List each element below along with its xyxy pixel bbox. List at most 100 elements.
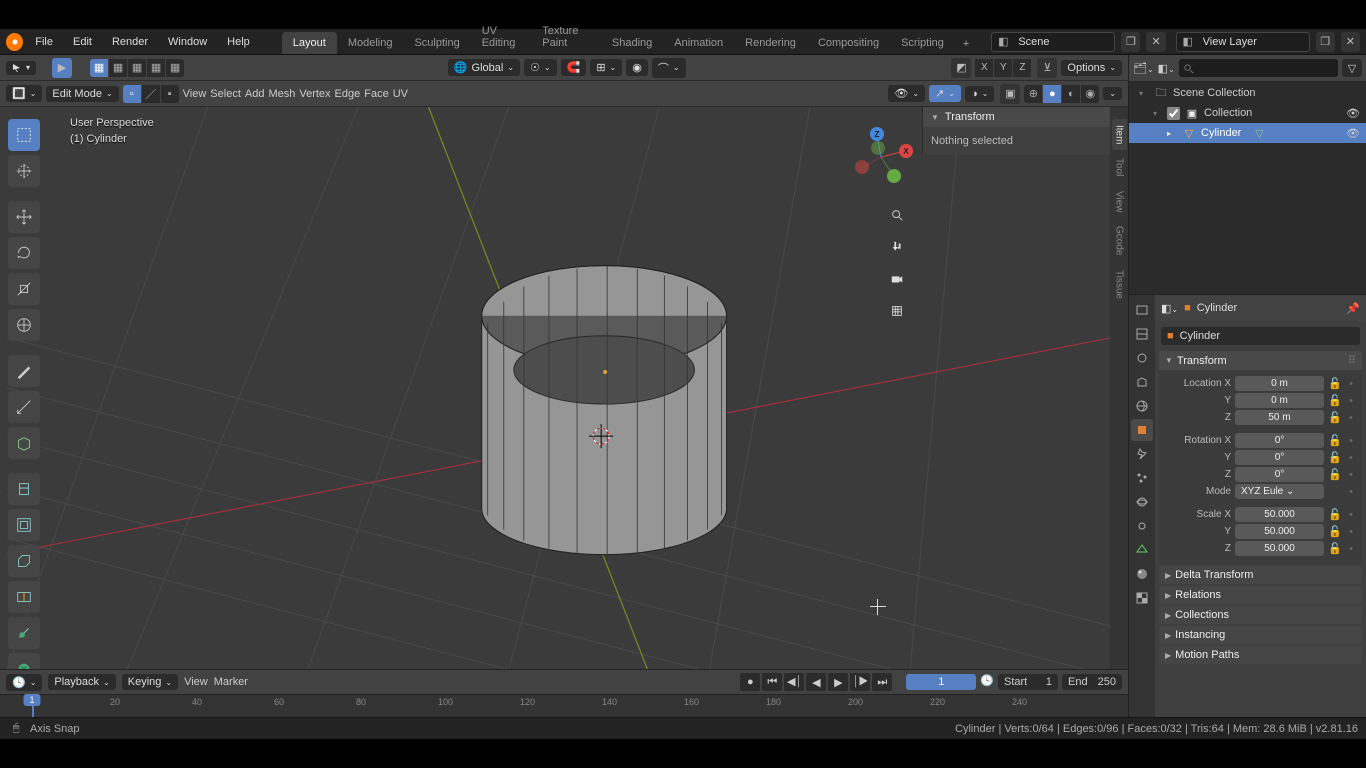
automerge-icon[interactable]: ⊻ [1037,58,1057,78]
proptab-modifier[interactable] [1131,443,1153,465]
menu-file[interactable]: File [27,32,61,52]
playback-dropdown[interactable]: Playback⌄ [48,674,115,690]
scene-new-button[interactable]: ❐ [1121,32,1140,52]
section-collections[interactable]: ▶Collections [1159,606,1362,624]
proptab-texture[interactable] [1131,587,1153,609]
mirror-y-button[interactable]: Y [994,59,1012,77]
tab-scripting[interactable]: Scripting [890,32,955,54]
pivot-point-dropdown[interactable]: ☉⌄ [524,59,557,76]
rotation-x-field[interactable]: 0° [1235,433,1324,448]
tab-modeling[interactable]: Modeling [337,32,404,54]
menu-window[interactable]: Window [160,32,215,52]
outliner-search[interactable] [1179,59,1338,77]
loopcut-tool[interactable] [8,581,40,613]
3d-viewport[interactable]: User Perspective (1) Cylinder [0,107,1128,669]
proptab-render[interactable] [1131,299,1153,321]
select-invert-icon[interactable]: ▦ [147,59,165,77]
menu-edit[interactable]: Edit [65,32,100,52]
proptab-particles[interactable] [1131,467,1153,489]
sidetab-tool[interactable]: Tool [1112,152,1127,182]
viewport-menu-select[interactable]: Select [210,88,241,100]
mode-dropdown[interactable]: Edit Mode⌄ [46,86,118,102]
proptab-scene[interactable] [1131,371,1153,393]
outliner-row-collection[interactable]: ▾ ▣ Collection 👁 [1129,103,1366,123]
outliner-filter-icon[interactable]: ▽ [1342,59,1362,77]
tab-rendering[interactable]: Rendering [734,32,807,54]
viewport-menu-mesh[interactable]: Mesh [268,88,295,100]
autokey-toggle[interactable]: ● [740,673,760,691]
eye-icon[interactable]: 👁 [1346,127,1362,140]
start-frame-field[interactable]: Start1 [998,674,1058,690]
mirror-x-button[interactable]: X [975,59,993,77]
overlay-dropdown[interactable]: ◑⌄ [965,86,994,102]
proptab-object[interactable] [1131,419,1153,441]
cursor-tool[interactable] [8,155,40,187]
clock-icon[interactable]: 🕓 [980,674,994,690]
select-subtract-icon[interactable]: ▦ [128,59,146,77]
vertex-select-icon[interactable]: ▫ [123,85,141,103]
scale-z-field[interactable]: 50.000 [1235,541,1324,556]
current-frame-field[interactable]: 1 [906,674,976,690]
viewport-menu-uv[interactable]: UV [393,88,408,100]
tab-texture-paint[interactable]: Texture Paint [531,20,601,54]
tab-animation[interactable]: Animation [663,32,734,54]
section-motion-paths[interactable]: ▶Motion Paths [1159,646,1362,664]
rotation-z-field[interactable]: 0° [1235,467,1324,482]
eye-icon[interactable]: 👁 [1346,107,1362,120]
proptab-output[interactable] [1131,323,1153,345]
lock-icon[interactable]: 🔓 [1328,411,1342,424]
tab-uv-editing[interactable]: UV Editing [471,20,532,54]
viewlayer-new-button[interactable]: ❐ [1316,32,1335,52]
tab-compositing[interactable]: Compositing [807,32,890,54]
move-tool[interactable] [8,201,40,233]
timeline-editor-dropdown[interactable]: 🕓⌄ [6,674,42,691]
proportional-toggle[interactable]: ◉ [626,59,648,76]
lock-icon[interactable]: 🔓 [1328,542,1342,555]
wireframe-shading-icon[interactable]: ⊕ [1024,85,1042,103]
play-reverse-icon[interactable]: ◀ [806,673,826,691]
pan-icon[interactable] [884,234,910,260]
snap-toggle[interactable]: 🧲 [561,59,587,76]
bevel-tool[interactable] [8,545,40,577]
timeline-menu-marker[interactable]: Marker [214,676,248,688]
add-cube-tool[interactable] [8,427,40,459]
transform-tool[interactable] [8,309,40,341]
measure-tool[interactable] [8,391,40,423]
outliner-row-scene-collection[interactable]: ▾ 🗀 Scene Collection [1129,83,1366,103]
select-tool-dropdown[interactable]: ▾ [6,61,36,75]
lock-icon[interactable]: 🔓 [1328,434,1342,447]
pin-icon[interactable]: 📌 [1346,302,1360,315]
next-keyframe-icon[interactable]: ⏐▶ [850,673,870,691]
viewport-menu-vertex[interactable]: Vertex [299,88,330,100]
outliner-editor-dropdown[interactable]: 🗂⌄ [1133,62,1154,75]
visibility-dropdown[interactable]: 👁⌄ [888,85,925,102]
scale-x-field[interactable]: 50.000 [1235,507,1324,522]
section-transform[interactable]: ▼Transform⠿ [1159,351,1362,370]
end-frame-field[interactable]: End250 [1062,674,1122,690]
options-dropdown[interactable]: Options⌄ [1061,60,1122,76]
viewport-menu-face[interactable]: Face [364,88,388,100]
proptab-world[interactable] [1131,395,1153,417]
lock-icon[interactable]: 🔓 [1328,394,1342,407]
prev-keyframe-icon[interactable]: ◀⏐ [784,673,804,691]
zoom-icon[interactable] [884,202,910,228]
properties-editor-dropdown[interactable]: ◧⌄ [1161,302,1178,315]
solid-shading-icon[interactable]: ● [1043,85,1061,103]
lock-icon[interactable]: 🔓 [1328,508,1342,521]
viewport-menu-view[interactable]: View [183,88,207,100]
outliner-tree[interactable]: ▾ 🗀 Scene Collection ▾ ▣ Collection 👁 ▸ … [1129,81,1366,294]
scene-name-input[interactable] [1014,36,1114,48]
proptab-material[interactable] [1131,563,1153,585]
object-name-field[interactable]: ■ Cylinder [1161,327,1360,345]
collection-checkbox[interactable] [1167,107,1180,120]
proptab-viewlayer[interactable] [1131,347,1153,369]
keying-dropdown[interactable]: Keying⌄ [122,674,178,690]
viewlayer-delete-button[interactable]: ✕ [1341,32,1360,52]
select-set-icon[interactable]: ▦ [90,59,108,77]
section-instancing[interactable]: ▶Instancing [1159,626,1362,644]
proportional-falloff-dropdown[interactable]: ⌒⌄ [652,58,686,78]
scene-selector[interactable]: ◧ [991,32,1115,52]
edge-select-icon[interactable]: ／ [142,85,160,103]
sidetab-view[interactable]: View [1112,185,1127,219]
gizmo-visibility-icon[interactable]: ◩ [951,58,971,78]
